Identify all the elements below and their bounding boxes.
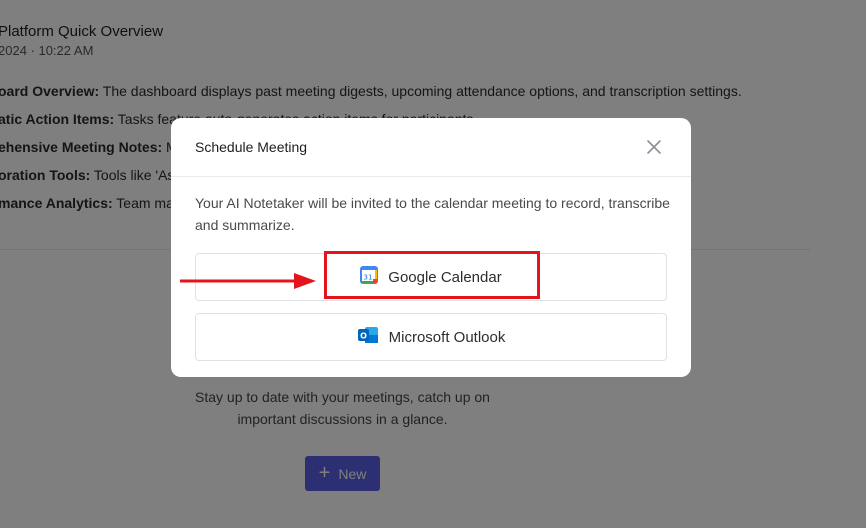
microsoft-outlook-label: Microsoft Outlook	[388, 328, 506, 346]
modal-header: Schedule Meeting	[171, 118, 691, 177]
highlight-box	[324, 251, 540, 299]
close-icon[interactable]	[645, 138, 663, 156]
microsoft-outlook-icon-text: O	[360, 332, 367, 341]
modal-description: Your AI Notetaker will be invited to the…	[195, 195, 670, 233]
microsoft-outlook-icon: O	[357, 325, 379, 349]
pointer-arrow-icon	[180, 273, 316, 289]
modal-title: Schedule Meeting	[195, 139, 308, 155]
microsoft-outlook-button[interactable]: O Microsoft Outlook	[195, 313, 667, 361]
schedule-meeting-modal: Schedule Meeting Your AI Notetaker will …	[171, 118, 691, 377]
